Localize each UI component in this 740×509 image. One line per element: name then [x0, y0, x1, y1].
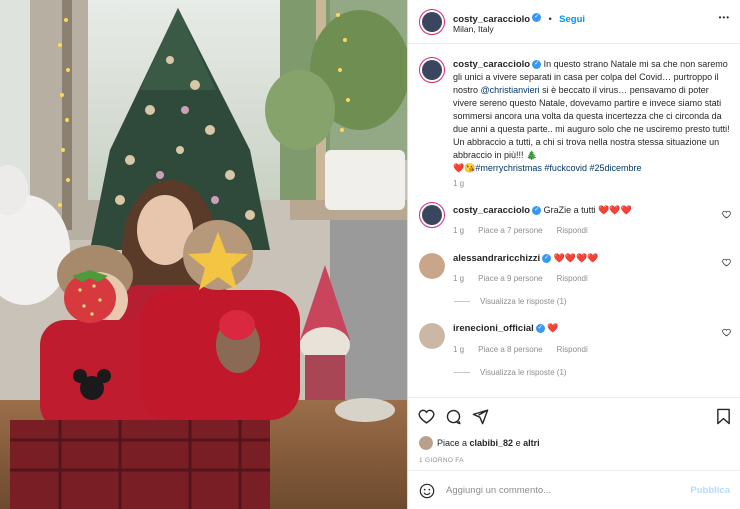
verified-badge-icon: ✓: [532, 60, 542, 70]
comment-input[interactable]: Aggiungi un commento...: [446, 485, 551, 496]
comment-text: ❤️: [547, 323, 559, 333]
comment-text: GraZie a tutti ❤️❤️❤️: [543, 205, 632, 215]
caption-avatar[interactable]: [419, 57, 445, 83]
add-comment-bar: Aggiungi un commento... Pubblica: [408, 470, 740, 509]
view-replies-button[interactable]: Visualizza le risposte (1): [454, 368, 567, 377]
comment-like-icon[interactable]: [722, 210, 731, 219]
comment-3: irenecioni_official ✓ ❤️: [453, 322, 559, 335]
liker-avatar[interactable]: [419, 436, 433, 450]
comment-avatar[interactable]: [419, 202, 445, 228]
comment-avatar[interactable]: [419, 323, 445, 349]
comment-1: costy_caracciolo ✓ GraZie a tutti ❤️❤️❤️: [453, 204, 632, 217]
reply-button[interactable]: Rispondi: [557, 226, 588, 235]
caption-time: 1 g: [453, 179, 465, 188]
comment-time: 1 g: [453, 274, 465, 283]
post-date[interactable]: 1 GIORNO FA: [419, 457, 464, 464]
likes-suffix: e: [513, 438, 524, 448]
publish-button[interactable]: Pubblica: [690, 485, 730, 496]
share-icon[interactable]: [472, 408, 489, 425]
comment-username[interactable]: irenecioni_official: [453, 323, 534, 334]
caption-username[interactable]: costy_caracciolo: [453, 59, 530, 70]
comment-3-meta: 1 g Piace a 8 persone Rispondi: [453, 345, 602, 354]
post-details-panel: costy_caracciolo ✓ • Segui Milan, Italy •…: [407, 0, 740, 509]
comment-text: ❤️❤️❤️❤️: [553, 253, 599, 263]
reply-button[interactable]: Rispondi: [557, 345, 588, 354]
caption-emoji: ❤️😘: [453, 163, 476, 173]
view-replies-button[interactable]: Visualizza le risposte (1): [454, 297, 567, 306]
caption: costy_caracciolo ✓ In questo strano Natal…: [453, 58, 733, 175]
hashtags[interactable]: #merrychristmas #fuckcovid #25dicembre: [475, 163, 641, 173]
more-options-icon[interactable]: •••: [719, 13, 730, 22]
comment-username[interactable]: costy_caracciolo: [453, 205, 530, 216]
mention-link[interactable]: @christianvieri: [481, 85, 540, 95]
follow-button[interactable]: Segui: [559, 14, 585, 25]
view-replies-label[interactable]: Visualizza le risposte (1): [480, 297, 567, 306]
verified-badge-icon: ✓: [532, 13, 542, 23]
header-separator: •: [548, 14, 552, 24]
verified-badge-icon: ✓: [532, 206, 542, 216]
emoji-icon[interactable]: [419, 483, 435, 499]
comment-2: alessandraricchizzi ✓ ❤️❤️❤️❤️: [453, 252, 598, 265]
likes-others-link[interactable]: altri: [523, 438, 540, 448]
location-link[interactable]: Milan, Italy: [453, 24, 494, 34]
comment-likes[interactable]: Piace a 8 persone: [478, 345, 543, 354]
save-bookmark-icon[interactable]: [716, 408, 731, 425]
comment-like-icon[interactable]: [722, 258, 731, 267]
post-header: costy_caracciolo ✓ • Segui Milan, Italy •…: [408, 0, 740, 44]
comment-likes[interactable]: Piace a 9 persone: [478, 274, 543, 283]
comment-time: 1 g: [453, 345, 465, 354]
replies-divider: [454, 301, 470, 303]
liker-username[interactable]: clabibi_82: [470, 438, 514, 448]
comment-avatar[interactable]: [419, 253, 445, 279]
post-photo[interactable]: [0, 0, 407, 509]
verified-badge-icon: ✓: [535, 324, 545, 334]
likes-prefix: Piace a: [437, 438, 470, 448]
verified-badge-icon: ✓: [542, 254, 552, 264]
comment-likes[interactable]: Piace a 7 persone: [478, 226, 543, 235]
author-avatar[interactable]: [419, 9, 445, 35]
comment-1-meta: 1 g Piace a 7 persone Rispondi: [453, 226, 602, 235]
comment-2-meta: 1 g Piace a 9 persone Rispondi: [453, 274, 602, 283]
comment-like-icon[interactable]: [722, 328, 731, 337]
view-replies-label[interactable]: Visualizza le risposte (1): [480, 368, 567, 377]
like-icon[interactable]: [418, 408, 435, 425]
caption-text-2: si è beccato il virus… pensavamo di pote…: [453, 85, 730, 160]
comment-username[interactable]: alessandraricchizzi: [453, 253, 540, 264]
comment-time: 1 g: [453, 226, 465, 235]
likes-summary[interactable]: Piace a clabibi_82 e altri: [437, 438, 540, 448]
photo-scene: [0, 0, 407, 509]
comment-icon[interactable]: [445, 408, 462, 425]
replies-divider: [454, 372, 470, 374]
reply-button[interactable]: Rispondi: [557, 274, 588, 283]
